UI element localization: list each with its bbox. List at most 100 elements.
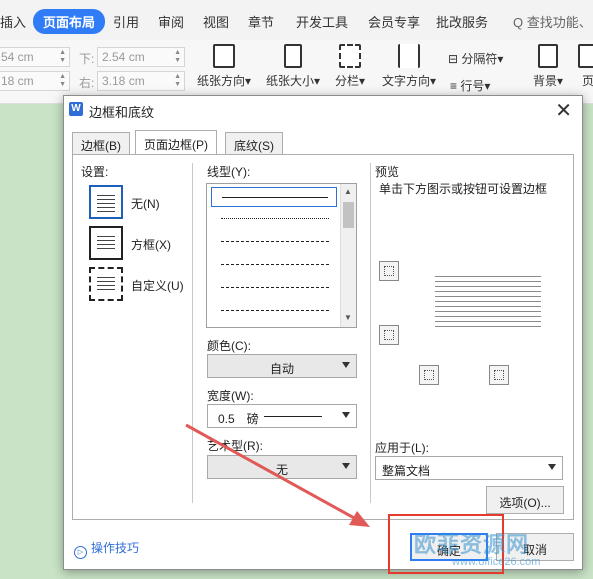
apply-to-value: 整篇文档 — [382, 464, 431, 478]
columns-label: 分栏 — [334, 74, 359, 88]
borders-shading-dialog: W 边框和底纹 ✕ 边框(B) 页面边框(P) 底纹(S) 设置: 无(N) 方… — [63, 95, 583, 570]
apply-to-select[interactable]: 整篇文档 — [375, 456, 563, 480]
border-top-icon — [384, 266, 394, 276]
preview-hint: 单击下方图示或按钮可设置边框 — [379, 182, 548, 196]
line-style-dashed[interactable] — [211, 255, 337, 275]
columns-icon — [339, 44, 361, 68]
border-right-icon — [494, 370, 504, 380]
scroll-thumb[interactable] — [343, 202, 354, 228]
border-top-button[interactable] — [379, 261, 399, 281]
dropdown-arrow-icon — [342, 362, 350, 368]
width-label: 宽度(W): — [207, 389, 254, 403]
line-style-dashed-small[interactable] — [211, 232, 337, 252]
menu-view[interactable]: 视图 — [203, 12, 229, 31]
spin-arrows-icon[interactable]: ▲ ▼ — [174, 49, 181, 65]
setting-box-label: 方框(X) — [131, 238, 171, 252]
tab-page-border[interactable]: 页面边框(P) — [135, 130, 217, 154]
border-bottom-button[interactable] — [379, 325, 399, 345]
tab-shading[interactable]: 底纹(S) — [225, 132, 283, 154]
spin-arrows-icon[interactable]: ▲ ▼ — [59, 49, 66, 65]
scroll-up-icon[interactable]: ▲ — [344, 187, 352, 196]
border-left-button[interactable] — [419, 365, 439, 385]
separator-button[interactable]: ⊟ 分隔符▾ — [448, 50, 503, 67]
width-sample-line — [264, 416, 322, 417]
text-direction-label: 文字方向 — [381, 74, 430, 88]
menu-insert[interactable]: 插入 — [0, 12, 26, 31]
settings-label: 设置: — [81, 165, 109, 179]
close-icon[interactable]: ✕ — [555, 98, 572, 123]
menu-page-layout[interactable]: 页面布局 — [33, 9, 106, 34]
tab-borders[interactable]: 边框(B) — [72, 132, 130, 154]
orientation-button[interactable]: 纸张方向▾ — [195, 42, 253, 89]
search-box[interactable]: Q 查找功能、 — [513, 12, 592, 31]
margin-right-label: 右: — [79, 76, 95, 90]
art-select[interactable]: 无 — [207, 455, 357, 479]
columns-button[interactable]: 分栏▾ — [333, 42, 367, 89]
line-number-button[interactable]: ≡ 行号▾ — [450, 77, 490, 94]
text-direction-button[interactable]: 文字方向▾ — [378, 42, 440, 89]
width-value: 0.5 磅 — [218, 412, 259, 426]
margin-right-field[interactable]: 3.18 cm ▲ ▼ — [97, 71, 185, 91]
margin-left-field[interactable]: 18 cm ▲ ▼ — [0, 71, 70, 91]
setting-none-label: 无(N) — [131, 197, 160, 211]
border-right-button[interactable] — [489, 365, 509, 385]
tips-link[interactable]: ▷ 操作技巧 — [74, 539, 139, 559]
dialog-title: 边框和底纹 — [89, 105, 155, 120]
line-style-dash-dot[interactable] — [211, 278, 337, 298]
color-select[interactable]: 自动 — [207, 354, 357, 378]
line-number-label: 行号 — [460, 79, 485, 93]
margin-top-field[interactable]: 54 cm ▲ ▼ — [0, 47, 70, 67]
paper-size-button[interactable]: 纸张大小▾ — [262, 42, 324, 89]
menu-review[interactable]: 审阅 — [158, 12, 184, 31]
background-label: 背景 — [532, 74, 557, 88]
options-button[interactable]: 选项(O)... — [486, 486, 564, 514]
margin-right-value: 3.18 cm — [102, 74, 145, 88]
cancel-button[interactable]: 取消 — [496, 533, 574, 561]
line-style-list[interactable]: ▲ ▼ — [206, 183, 357, 328]
line-style-solid[interactable] — [211, 187, 337, 207]
margin-top-value: 54 cm — [1, 50, 34, 64]
separator-label: 分隔符 — [461, 52, 498, 66]
border-custom-icon — [89, 267, 123, 301]
apply-to-label: 应用于(L): — [375, 441, 430, 455]
divider — [192, 163, 193, 503]
color-value: 自动 — [269, 362, 294, 376]
preview-area — [379, 247, 567, 397]
page-orientation-icon — [213, 44, 235, 68]
page-border-button[interactable]: 页 — [573, 42, 593, 89]
ribbon-menubar: 插入 页面布局 引用 审阅 视图 章节 开发工具 会员专享 批改服务 Q 查找功… — [0, 0, 593, 40]
margin-left-value: 18 cm — [1, 74, 34, 88]
scroll-down-icon[interactable]: ▼ — [344, 313, 352, 322]
orientation-label: 纸张方向 — [196, 74, 245, 88]
dropdown-arrow-icon — [548, 464, 556, 470]
spin-arrows-icon[interactable]: ▲ ▼ — [59, 73, 66, 89]
spin-arrows-icon[interactable]: ▲ ▼ — [174, 73, 181, 89]
page-border-label: 页 — [581, 74, 593, 88]
ok-button[interactable]: 确定 — [410, 533, 488, 561]
line-style-label: 线型(Y): — [207, 165, 251, 179]
play-icon: ▷ — [74, 546, 87, 559]
separator-icon: ⊟ — [448, 52, 459, 66]
dropdown-arrow-icon — [342, 463, 350, 469]
margin-bottom-label: 下: — [79, 52, 95, 66]
menu-references[interactable]: 引用 — [113, 12, 139, 31]
menu-member[interactable]: 会员专享 — [368, 12, 420, 31]
menu-correction[interactable]: 批改服务 — [436, 12, 488, 31]
border-left-icon — [424, 370, 434, 380]
line-style-dash-dot-dot[interactable] — [211, 301, 337, 321]
width-select[interactable]: 0.5 磅 — [207, 404, 357, 428]
border-bottom-icon — [384, 330, 394, 340]
paper-size-icon — [284, 44, 302, 68]
page-border-panel: 设置: 无(N) 方框(X) 自定义(U) 线型(Y): ▲ ▼ 颜色(C): … — [72, 154, 574, 520]
line-style-dotted[interactable] — [211, 209, 337, 229]
setting-custom-label: 自定义(U) — [131, 279, 184, 293]
margin-bottom-field[interactable]: 2.54 cm ▲ ▼ — [97, 47, 185, 67]
dropdown-arrow-icon — [342, 412, 350, 418]
menu-chapter[interactable]: 章节 — [248, 12, 274, 31]
art-label: 艺术型(R): — [207, 439, 263, 453]
background-button[interactable]: 背景▾ — [528, 42, 568, 89]
line-number-icon: ≡ — [450, 79, 458, 93]
line-style-scrollbar[interactable]: ▲ ▼ — [340, 184, 356, 327]
tips-label: 操作技巧 — [91, 541, 140, 555]
menu-developer[interactable]: 开发工具 — [296, 12, 348, 31]
